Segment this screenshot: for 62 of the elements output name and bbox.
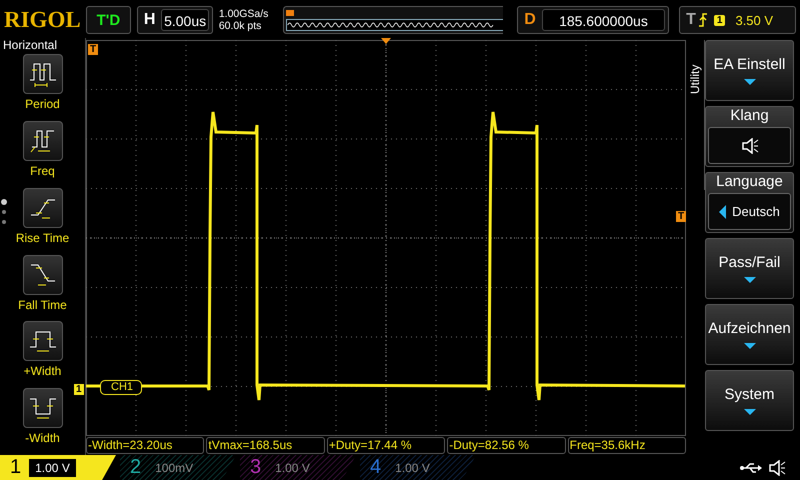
- rising-edge-icon: [698, 13, 708, 27]
- measure-button[interactable]: [22, 321, 62, 362]
- measure-button[interactable]: [22, 54, 62, 94]
- measurement-readout: +Duty=17.44 %: [326, 437, 446, 454]
- speaker-icon: [740, 138, 758, 154]
- measurement-readout: -Width=23.20us: [86, 437, 204, 454]
- channel-tab[interactable]: 4 1.00 V: [360, 455, 476, 480]
- memory-depth: 60.0k pts: [218, 20, 262, 32]
- menu-group-title: Klang: [730, 107, 769, 126]
- channel-scale: 1.00 V: [394, 460, 431, 476]
- menu-button[interactable]: EA Einstell: [705, 40, 794, 101]
- trigger-status: T'D: [86, 6, 131, 34]
- measurement-readout: tVmax=168.5us: [206, 437, 325, 454]
- channel-tab[interactable]: 2 100mV: [120, 455, 236, 480]
- channel-scale: 100mV: [154, 460, 194, 476]
- measure-button[interactable]: [22, 120, 62, 161]
- panel-title: Horizontal: [2, 38, 58, 54]
- usb-icon: [740, 462, 762, 474]
- caret-icon: [744, 343, 756, 349]
- channel-number: 4: [370, 456, 382, 479]
- menu-button[interactable]: Pass/Fail: [705, 238, 794, 299]
- sample-rate: 1.00GSa/s: [218, 8, 270, 20]
- caret-icon: [744, 277, 756, 283]
- trigger-position-marker: T: [88, 44, 98, 55]
- caret-icon: [744, 79, 756, 85]
- measure-label: -Width: [25, 431, 60, 446]
- channel-scale: 1.00 V: [274, 460, 311, 476]
- measure-label: +Width: [24, 364, 62, 378]
- speaker-button[interactable]: [708, 127, 791, 164]
- trigger-level: 3.50 V: [735, 12, 774, 28]
- measure-label: Rise Time: [16, 230, 70, 245]
- channel-label: CH1: [100, 380, 142, 395]
- trigger-level-marker: T: [676, 211, 686, 222]
- measure-button[interactable]: [22, 188, 62, 228]
- language-select[interactable]: Deutsch: [708, 193, 791, 230]
- trigger-source: 1: [714, 14, 726, 26]
- channel-number: 2: [130, 456, 142, 479]
- measure-label: Freq: [30, 164, 55, 178]
- menu-button[interactable]: System: [705, 370, 794, 431]
- brand-logo: RIGOL: [4, 7, 80, 33]
- measurement-readout: -Duty=82.56 %: [447, 437, 566, 454]
- speaker-icon: [768, 460, 786, 476]
- channel-number: 1: [10, 456, 22, 479]
- channel-tab[interactable]: 1 1.00 V: [0, 455, 116, 480]
- delay-field[interactable]: D 185.600000us: [517, 6, 670, 34]
- channel-scale: 1.00 V: [29, 458, 76, 476]
- menu-group-title: Language: [716, 173, 783, 192]
- measure-label: Fall Time: [18, 298, 67, 312]
- channel-number: 3: [250, 456, 262, 479]
- measure-button[interactable]: [22, 388, 62, 428]
- menu-button[interactable]: Aufzeichnen: [705, 304, 794, 365]
- trigger-offset-icon: [381, 38, 391, 44]
- trigger-field[interactable]: T 1 3.50 V: [679, 6, 796, 34]
- channel-marker: 1: [74, 384, 84, 395]
- measure-label: Period: [25, 96, 60, 111]
- channel-tab[interactable]: 3 1.00 V: [240, 455, 356, 480]
- timebase-field[interactable]: H 5.00us: [136, 6, 213, 34]
- menu-title: Utility: [688, 64, 702, 94]
- measurement-readout: Freq=35.6kHz: [568, 437, 686, 454]
- caret-icon: [719, 204, 726, 218]
- caret-icon: [744, 409, 756, 415]
- measure-button[interactable]: [22, 254, 62, 294]
